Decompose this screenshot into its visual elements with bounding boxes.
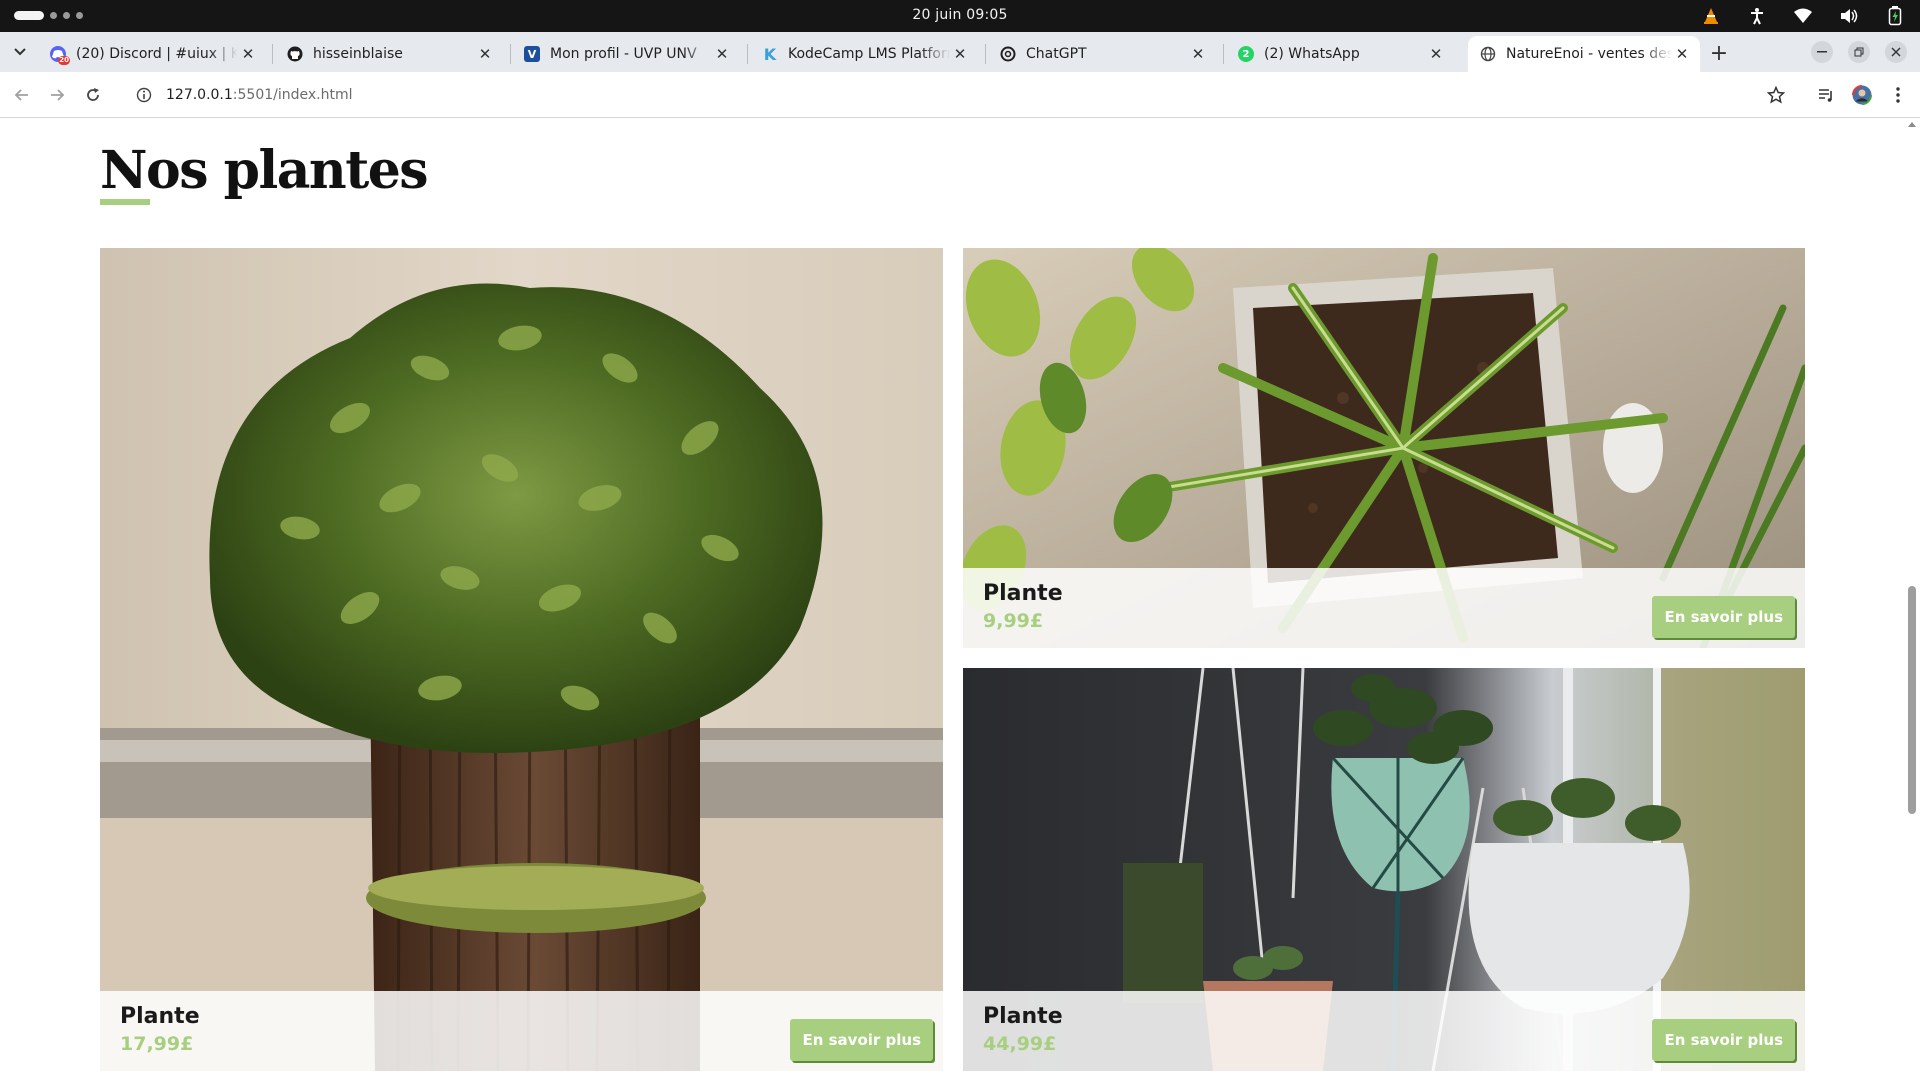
- card-footer: Plante 44,99£ En savoir plus: [963, 991, 1805, 1071]
- tab-search-chevron-icon[interactable]: [8, 40, 32, 64]
- title-underline-accent: [100, 199, 150, 205]
- tab-title: ChatGPT: [1026, 46, 1087, 62]
- tab-title: KodeCamp LMS Platform: [788, 46, 950, 62]
- close-icon[interactable]: ✕: [712, 44, 732, 64]
- profile-avatar[interactable]: [1850, 83, 1874, 107]
- tab-unv[interactable]: V Mon profil - UVP UNV ✕: [512, 36, 740, 72]
- minimize-window-icon[interactable]: [1811, 41, 1833, 63]
- learn-more-button[interactable]: En savoir plus: [790, 1019, 933, 1061]
- unv-v-icon: V: [524, 46, 540, 62]
- close-icon[interactable]: ✕: [1672, 44, 1692, 64]
- plant-photo-boxwood: [100, 248, 943, 1071]
- tab-title: (2) WhatsApp: [1264, 46, 1360, 62]
- close-icon[interactable]: ✕: [475, 44, 495, 64]
- learn-more-button[interactable]: En savoir plus: [1652, 1019, 1795, 1061]
- whatsapp-icon: 2: [1238, 46, 1254, 62]
- notification-badge: 20: [58, 56, 70, 65]
- battery-icon[interactable]: [1884, 5, 1906, 27]
- tab-separator: [272, 44, 273, 64]
- card-footer: Plante 9,99£ En savoir plus: [963, 568, 1805, 648]
- tab-kodecamp[interactable]: K KodeCamp LMS Platform ✕: [750, 36, 978, 72]
- tab-title: hisseinblaise: [313, 46, 403, 62]
- tab-chatgpt[interactable]: ChatGPT ✕: [988, 36, 1216, 72]
- product-price: 9,99£: [983, 610, 1044, 632]
- reload-icon[interactable]: [81, 83, 105, 107]
- scrollbar-thumb[interactable]: [1908, 586, 1916, 814]
- tab-natureenoi-active[interactable]: NatureEnoi - ventes des p ✕: [1468, 36, 1700, 72]
- browser-tab-strip: 20 (20) Discord | #uiux | Kod ✕ hisseinb…: [0, 32, 1920, 72]
- plant-card-top-right[interactable]: Plante 9,99£ En savoir plus: [963, 248, 1805, 648]
- learn-more-button[interactable]: En savoir plus: [1652, 596, 1795, 638]
- tab-github[interactable]: hisseinblaise ✕: [275, 36, 503, 72]
- tab-separator: [510, 44, 511, 64]
- close-icon[interactable]: ✕: [1188, 44, 1208, 64]
- tab-separator: [1223, 44, 1224, 64]
- card-footer: Plante 17,99£ En savoir plus: [100, 991, 943, 1071]
- browser-toolbar: 127.0.0.1:5501/index.html: [0, 72, 1920, 118]
- chatgpt-icon: [1000, 46, 1016, 62]
- section-title: Nos plantes: [100, 140, 429, 201]
- forward-arrow-icon[interactable]: [45, 83, 69, 107]
- restore-window-icon[interactable]: [1848, 41, 1870, 63]
- system-clock[interactable]: 20 juin 09:05: [0, 7, 1920, 23]
- browser-menu-kebab-icon[interactable]: [1886, 83, 1910, 107]
- github-icon: [287, 46, 303, 62]
- product-name: Plante: [983, 581, 1063, 606]
- vlc-cone-icon[interactable]: [1700, 5, 1722, 27]
- plant-card-bottom-right[interactable]: Plante 44,99£ En savoir plus: [963, 668, 1805, 1071]
- globe-icon: [1480, 46, 1496, 62]
- site-info-icon[interactable]: [132, 83, 156, 107]
- wifi-icon[interactable]: [1792, 5, 1814, 27]
- tab-whatsapp[interactable]: 2 (2) WhatsApp ✕: [1226, 36, 1454, 72]
- product-price: 17,99£: [120, 1033, 194, 1055]
- scroll-up-arrow-icon[interactable]: [1908, 122, 1916, 127]
- product-price: 44,99£: [983, 1033, 1057, 1055]
- plant-card-large[interactable]: Plante 17,99£ En savoir plus: [100, 248, 943, 1071]
- url-text: 127.0.0.1:5501/index.html: [166, 87, 353, 103]
- accessibility-icon[interactable]: [1746, 5, 1768, 27]
- page-scrollbar[interactable]: [1904, 118, 1920, 1080]
- back-arrow-icon[interactable]: [10, 83, 34, 107]
- os-top-bar: 20 juin 09:05: [0, 0, 1920, 32]
- address-bar[interactable]: 127.0.0.1:5501/index.html: [124, 77, 1794, 113]
- tab-discord[interactable]: 20 (20) Discord | #uiux | Kod ✕: [38, 36, 266, 72]
- tab-separator: [985, 44, 986, 64]
- volume-icon[interactable]: [1838, 5, 1860, 27]
- close-icon[interactable]: ✕: [950, 44, 970, 64]
- url-host: 127.0.0.1: [166, 87, 233, 103]
- close-icon[interactable]: ✕: [238, 44, 258, 64]
- product-name: Plante: [983, 1004, 1063, 1029]
- discord-icon: 20: [50, 46, 70, 65]
- media-queue-icon[interactable]: [1814, 83, 1838, 107]
- tab-title: NatureEnoi - ventes des p: [1506, 46, 1672, 62]
- system-tray[interactable]: [1700, 5, 1906, 27]
- tab-title: (20) Discord | #uiux | Kod: [76, 46, 238, 62]
- page-viewport: Nos plantes Plante 17,99£ En savoir plus…: [0, 118, 1920, 1080]
- new-tab-plus-icon[interactable]: +: [1706, 40, 1732, 66]
- close-icon[interactable]: ✕: [1426, 44, 1446, 64]
- bookmark-star-icon[interactable]: [1764, 83, 1788, 107]
- tab-title: Mon profil - UVP UNV: [550, 46, 697, 62]
- url-path: :5501/index.html: [232, 87, 353, 103]
- tab-separator: [747, 44, 748, 64]
- product-name: Plante: [120, 1004, 200, 1029]
- kodecamp-k-icon: K: [763, 44, 777, 64]
- close-window-icon[interactable]: [1885, 41, 1907, 63]
